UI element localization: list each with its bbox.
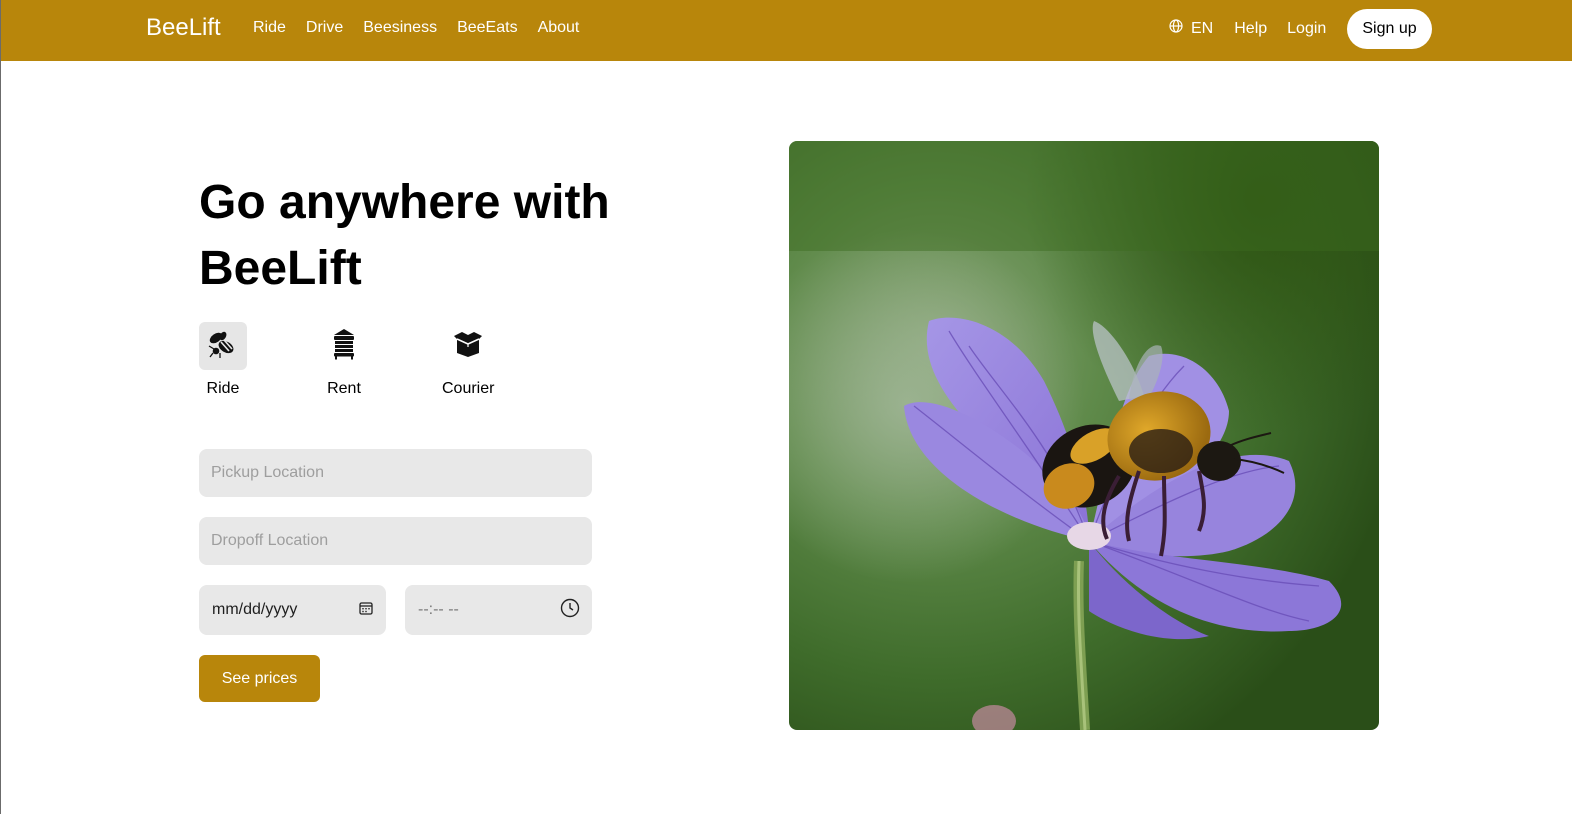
mode-courier[interactable]: Courier [442, 322, 494, 398]
calendar-icon[interactable] [358, 600, 374, 621]
nav-link-about[interactable]: About [538, 19, 580, 37]
nav-link-beeeats[interactable]: BeeEats [457, 19, 517, 37]
hero-title: Go anywhere with BeeLift [199, 176, 610, 295]
time-value: --:-- -- [418, 601, 459, 618]
login-link[interactable]: Login [1287, 20, 1326, 38]
mode-rent-label: Rent [327, 380, 361, 397]
brand-logo[interactable]: BeeLift [146, 14, 221, 42]
hero-image-bee-on-flower [789, 141, 1379, 730]
signup-button[interactable]: Sign up [1347, 9, 1432, 49]
clock-icon[interactable] [560, 598, 580, 623]
dropoff-location-input[interactable]: Dropoff Location [199, 517, 592, 565]
bee-icon [207, 329, 239, 364]
nav-right: EN Help Login [1169, 19, 1326, 38]
date-input[interactable]: mm/dd/yyyy [199, 585, 386, 635]
mode-ride-icon-box[interactable] [199, 322, 247, 370]
nav-link-ride[interactable]: Ride [253, 19, 286, 37]
help-link[interactable]: Help [1234, 20, 1267, 38]
mode-rent[interactable]: Rent [320, 322, 368, 398]
mode-rent-icon-box[interactable] [320, 322, 368, 370]
language-selector[interactable]: EN [1169, 19, 1213, 38]
pickup-location-input[interactable]: Pickup Location [199, 449, 592, 497]
box-icon [452, 330, 484, 363]
top-navbar: BeeLift Ride Drive Beesiness BeeEats Abo… [1, 0, 1572, 61]
globe-icon [1169, 19, 1183, 38]
mode-ride-label: Ride [206, 380, 240, 397]
nav-link-beesiness[interactable]: Beesiness [363, 19, 437, 37]
language-label: EN [1191, 19, 1214, 37]
see-prices-button[interactable]: See prices [199, 655, 320, 702]
mode-ride[interactable]: Ride [199, 322, 247, 398]
date-value: mm/dd/yyyy [212, 601, 298, 618]
time-input[interactable]: --:-- -- [405, 585, 592, 635]
mode-selector: Ride Rent Courier [199, 322, 494, 398]
mode-courier-icon-box[interactable] [442, 322, 494, 370]
dropoff-location-placeholder: Dropoff Location [211, 532, 329, 549]
mode-courier-label: Courier [442, 380, 495, 397]
nav-link-drive[interactable]: Drive [306, 19, 343, 37]
beehive-icon [331, 328, 357, 365]
nav-links: Ride Drive Beesiness BeeEats About [253, 19, 579, 37]
pickup-location-placeholder: Pickup Location [211, 464, 324, 481]
